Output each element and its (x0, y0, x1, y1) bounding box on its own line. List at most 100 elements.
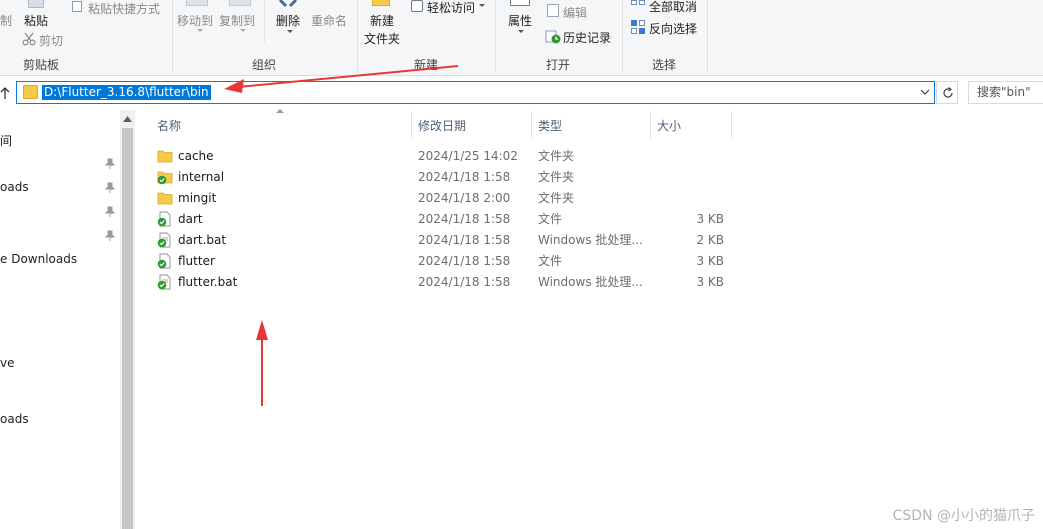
file-name: mingit (178, 191, 217, 205)
file-size: 3 KB (696, 275, 724, 289)
delete-button[interactable]: 删除 (276, 12, 300, 29)
batch-file-synced-icon (157, 274, 171, 290)
file-date: 2024/1/18 1:58 (418, 212, 511, 226)
chevron-down-icon[interactable] (920, 88, 930, 96)
chevron-down-icon (197, 29, 203, 32)
chevron-down-icon (287, 30, 293, 33)
column-divider[interactable] (531, 111, 532, 139)
chevron-down-icon (479, 4, 485, 7)
nav-scrollbar-thumb[interactable] (122, 128, 133, 529)
search-input[interactable]: 搜索"bin" (968, 81, 1043, 104)
copy-to-icon (229, 0, 251, 6)
nav-item-downloads[interactable]: oads (0, 180, 29, 194)
file-type: 文件 (538, 254, 563, 268)
paste-button[interactable]: 粘贴 (24, 12, 48, 29)
file-size: 2 KB (696, 233, 724, 247)
file-name: cache (178, 149, 214, 163)
properties-icon (510, 0, 530, 6)
file-date: 2024/1/18 1:58 (418, 275, 511, 289)
column-divider[interactable] (650, 111, 651, 139)
file-type: 文件 (538, 212, 563, 226)
file-type: Windows 批处理... (538, 275, 643, 289)
file-date: 2024/1/25 14:02 (418, 149, 518, 163)
copy-to-button[interactable]: 复制到 (219, 12, 255, 29)
rename-button[interactable]: 重命名 (311, 12, 347, 29)
file-type: Windows 批处理... (538, 233, 643, 247)
nav-item-onedrive-downloads[interactable]: e Downloads (0, 252, 77, 266)
folder-icon (157, 192, 173, 205)
address-path[interactable]: D:\Flutter_3.16.8\flutter\bin (42, 85, 211, 100)
cut-partial-label: 制 (0, 14, 13, 28)
group-divider (495, 0, 496, 72)
nav-item-drive[interactable]: ve (0, 356, 14, 370)
cut-button[interactable]: 剪切 (39, 32, 63, 49)
pin-icon[interactable] (104, 206, 116, 218)
column-header-size[interactable]: 大小 (657, 117, 681, 139)
column-divider[interactable] (731, 111, 732, 139)
properties-button[interactable]: 属性 (508, 12, 532, 29)
paste-icon (28, 0, 44, 8)
new-folder-button-line1[interactable]: 新建 (370, 12, 394, 29)
new-folder-button-line2[interactable]: 文件夹 (364, 30, 400, 47)
paste-shortcut-icon (72, 1, 82, 12)
select-none-button[interactable]: 全部取消 (649, 0, 697, 15)
easy-access-button[interactable]: 轻松访问 (427, 0, 475, 16)
clipboard-group-label: 剪贴板 (22, 58, 60, 72)
invert-selection-icon (631, 20, 645, 34)
file-name: flutter.bat (178, 275, 238, 289)
nav-item-downloads[interactable]: oads (0, 412, 29, 426)
file-synced-icon (157, 211, 171, 227)
history-button[interactable]: 历史记录 (563, 29, 611, 46)
column-header-name[interactable]: 名称 (157, 117, 181, 139)
scissors-icon (22, 32, 36, 46)
file-date: 2024/1/18 1:58 (418, 254, 511, 268)
edit-button[interactable]: 编辑 (563, 4, 587, 21)
file-name: internal (178, 170, 225, 184)
address-row: D:\Flutter_3.16.8\flutter\bin 搜索"bin" (0, 77, 1043, 110)
file-size: 3 KB (696, 212, 724, 226)
sort-ascending-icon (276, 109, 284, 113)
file-date: 2024/1/18 1:58 (418, 233, 511, 247)
select-group-label: 选择 (651, 58, 677, 72)
edit-icon (547, 4, 559, 17)
invert-selection-button[interactable]: 反向选择 (649, 20, 697, 37)
new-folder-icon (372, 0, 390, 6)
file-size: 3 KB (696, 254, 724, 268)
column-header-type[interactable]: 类型 (538, 117, 562, 139)
paste-shortcut-button[interactable]: 粘贴快捷方式 (88, 0, 160, 17)
chevron-down-icon (240, 29, 246, 32)
delete-icon (278, 0, 298, 8)
move-to-button[interactable]: 移动到 (177, 12, 213, 29)
file-name: dart (178, 212, 203, 226)
file-type: 文件夹 (538, 149, 575, 163)
pin-icon[interactable] (104, 182, 116, 194)
file-date: 2024/1/18 2:00 (418, 191, 511, 205)
column-header-date[interactable]: 修改日期 (418, 117, 466, 139)
refresh-icon (943, 87, 953, 98)
refresh-button[interactable] (936, 81, 958, 104)
group-divider (622, 0, 623, 72)
folder-synced-icon (157, 171, 173, 185)
batch-file-synced-icon (157, 232, 171, 248)
move-to-icon (186, 0, 208, 6)
group-divider (264, 0, 265, 42)
up-arrow-icon[interactable] (0, 86, 10, 100)
annotation-arrow-to-files (256, 320, 268, 406)
nav-item[interactable]: 间 (0, 132, 12, 149)
folder-icon (23, 85, 38, 99)
ribbon: 制 粘贴 粘贴快捷方式 剪切 剪贴板 移动到 复制到 删除 重命名 组织 新建 … (0, 0, 1043, 76)
file-type: 文件夹 (538, 191, 575, 205)
file-type: 文件夹 (538, 170, 575, 184)
annotation-arrow-to-address (224, 65, 459, 93)
scroll-up-icon[interactable] (123, 116, 132, 122)
file-name: dart.bat (178, 233, 227, 247)
easy-access-icon (411, 0, 423, 12)
pin-icon[interactable] (104, 158, 116, 170)
column-divider[interactable] (411, 111, 412, 139)
open-group-label: 打开 (545, 58, 571, 72)
pin-icon[interactable] (104, 230, 116, 242)
history-icon (545, 30, 561, 44)
address-bar[interactable]: D:\Flutter_3.16.8\flutter\bin (16, 81, 935, 104)
select-none-icon (631, 0, 645, 5)
folder-icon (157, 150, 173, 163)
